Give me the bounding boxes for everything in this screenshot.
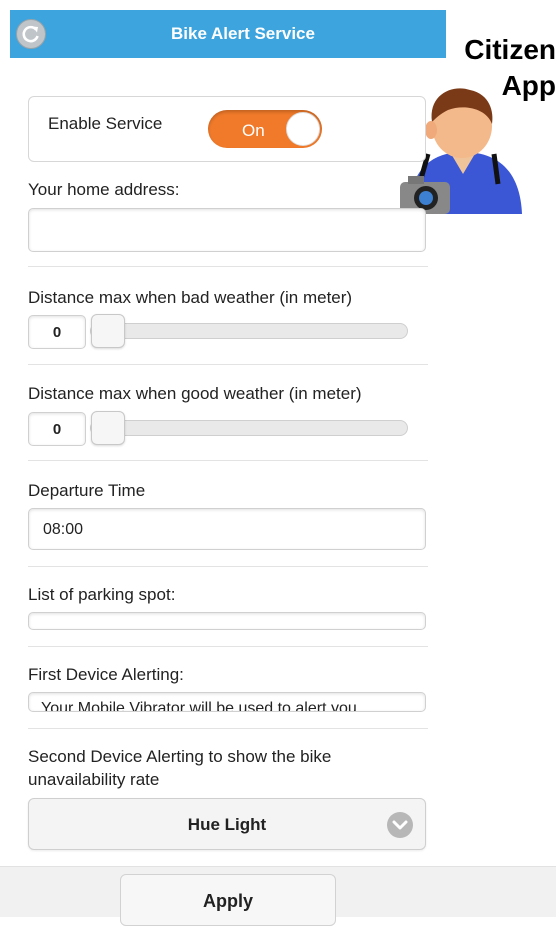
good-weather-label: Distance max when good weather (in meter… bbox=[28, 384, 362, 403]
enable-service-label: Enable Service bbox=[48, 114, 163, 133]
header-title: Bike Alert Service bbox=[171, 24, 315, 43]
divider bbox=[28, 364, 428, 365]
chevron-down-icon[interactable] bbox=[387, 812, 413, 838]
second-device-label-line2: unavailability rate bbox=[28, 770, 160, 789]
departure-time-label: Departure Time bbox=[28, 481, 146, 500]
badge-line1: Citizen bbox=[464, 34, 556, 65]
bad-weather-value[interactable]: 0 bbox=[28, 315, 86, 349]
toggle-on-label: On bbox=[242, 121, 265, 140]
good-weather-value[interactable]: 0 bbox=[28, 412, 86, 446]
second-device-label-line1: Second Device Alerting to show the bike bbox=[28, 747, 332, 766]
second-device-select[interactable]: Hue Light bbox=[28, 798, 426, 850]
home-address-input[interactable] bbox=[28, 208, 426, 252]
divider bbox=[28, 266, 428, 267]
app-header: Bike Alert Service bbox=[10, 10, 446, 58]
enable-service-toggle[interactable]: On bbox=[208, 110, 322, 148]
first-device-select[interactable]: Your Mobile Vibrator will be used to ale… bbox=[28, 692, 426, 712]
second-device-selected: Hue Light bbox=[187, 815, 267, 834]
divider bbox=[28, 566, 428, 567]
divider bbox=[28, 728, 428, 729]
departure-time-input[interactable]: 08:00 bbox=[28, 508, 426, 550]
divider bbox=[28, 460, 428, 461]
good-weather-slider-track[interactable] bbox=[90, 420, 408, 436]
home-address-label: Your home address: bbox=[28, 180, 180, 199]
divider bbox=[28, 646, 428, 647]
bad-weather-label: Distance max when bad weather (in meter) bbox=[28, 288, 353, 307]
bad-weather-slider-thumb[interactable] bbox=[91, 314, 125, 348]
first-device-label: First Device Alerting: bbox=[28, 665, 184, 684]
toggle-knob[interactable] bbox=[286, 112, 320, 146]
apply-button[interactable]: Apply bbox=[120, 874, 336, 926]
good-weather-slider-thumb[interactable] bbox=[91, 411, 125, 445]
bad-weather-slider-track[interactable] bbox=[90, 323, 408, 339]
parking-spot-label: List of parking spot: bbox=[28, 585, 176, 604]
parking-spot-list[interactable] bbox=[28, 612, 426, 630]
